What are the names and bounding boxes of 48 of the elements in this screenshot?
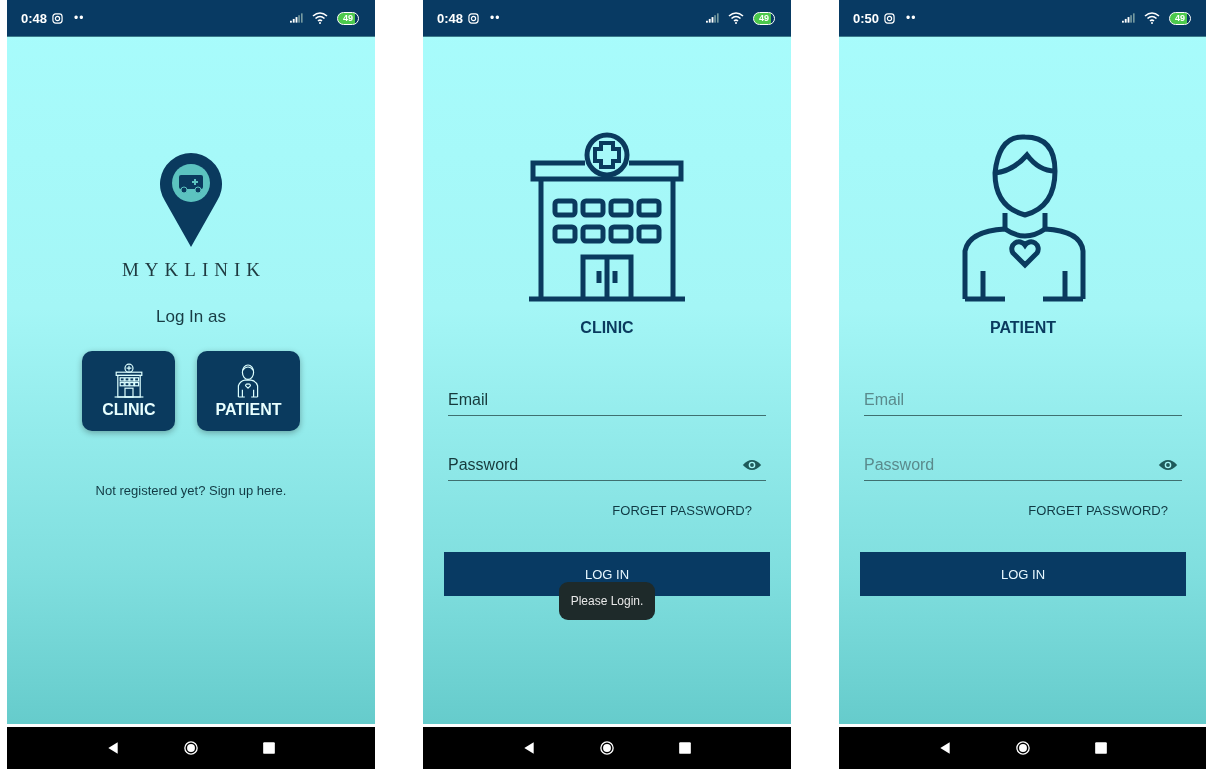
camera-icon — [468, 12, 480, 24]
forgot-password-link[interactable]: FORGET PASSWORD? — [1028, 503, 1168, 518]
signal-icon — [1122, 13, 1135, 23]
clock-time: 0:50 — [853, 10, 880, 26]
clinic-button[interactable]: CLINIC — [82, 351, 176, 431]
recent-apps-icon[interactable] — [1094, 741, 1108, 755]
back-icon[interactable] — [522, 741, 536, 755]
email-field[interactable]: Email — [864, 391, 1182, 409]
back-icon[interactable] — [938, 741, 952, 755]
toast-message: Please Login. — [558, 582, 656, 620]
wifi-icon — [728, 12, 744, 24]
forgot-password-link[interactable]: FORGET PASSWORD? — [612, 503, 752, 518]
hospital-icon — [112, 363, 145, 399]
notification-dots: •• — [74, 11, 85, 25]
hospital-icon — [527, 131, 687, 303]
password-field[interactable]: Password — [448, 456, 742, 474]
home-icon[interactable] — [1016, 741, 1030, 755]
email-field[interactable]: Email — [448, 391, 766, 409]
camera-icon — [884, 12, 896, 24]
signup-link[interactable]: Not registered yet? Sign up here. — [95, 483, 287, 498]
clock-time: 0:48 — [21, 10, 48, 26]
recent-apps-icon[interactable] — [262, 741, 276, 755]
back-icon[interactable] — [106, 741, 120, 755]
camera-icon — [52, 12, 64, 24]
map-pin-logo-icon — [160, 153, 222, 247]
clock-time: 0:48 — [437, 10, 464, 26]
wifi-icon — [312, 12, 328, 24]
wifi-icon — [1144, 12, 1160, 24]
home-icon[interactable] — [184, 741, 198, 755]
eye-icon[interactable] — [1158, 458, 1178, 472]
patient-button[interactable]: PATIENT — [197, 351, 300, 431]
battery-indicator: 49 — [1169, 11, 1191, 25]
app-name: MYKLINIK — [120, 259, 266, 281]
login-prompt: Log In as — [156, 307, 226, 327]
login-button[interactable]: LOG IN — [860, 552, 1186, 596]
signal-icon — [290, 13, 303, 23]
notification-dots: •• — [906, 11, 917, 25]
signal-icon — [706, 13, 719, 23]
role-title: PATIENT — [989, 319, 1057, 337]
eye-icon[interactable] — [742, 458, 762, 472]
recent-apps-icon[interactable] — [678, 741, 692, 755]
battery-indicator: 49 — [337, 11, 359, 25]
notification-dots: •• — [490, 11, 501, 25]
login-button[interactable]: LOG IN — [444, 552, 770, 596]
battery-indicator: 49 — [753, 11, 775, 25]
password-field[interactable]: Password — [864, 456, 1158, 474]
role-title: CLINIC — [580, 319, 634, 337]
home-icon[interactable] — [600, 741, 614, 755]
